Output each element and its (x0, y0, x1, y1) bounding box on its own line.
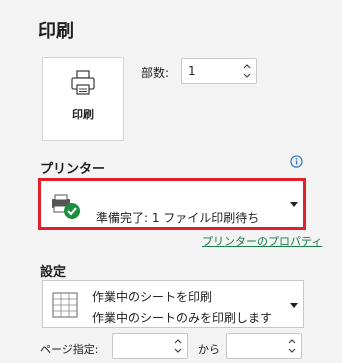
page-title: 印刷 (38, 21, 74, 42)
chevron-down-icon (290, 202, 298, 207)
print-scope-dropdown[interactable]: 作業中のシートを印刷 作業中のシートのみを印刷します (42, 280, 304, 328)
print-scope-title: 作業中のシートを印刷 (92, 290, 213, 304)
settings-section-title: 設定 (40, 265, 67, 280)
print-button[interactable]: 印刷 (42, 57, 124, 141)
printer-status: 準備完了: 1 ファイル印刷待ち (96, 211, 260, 225)
copies-value[interactable]: 1 (188, 64, 196, 78)
pages-from-stepper[interactable] (112, 333, 188, 359)
copies-stepper[interactable]: 1 (181, 58, 257, 84)
printer-dropdown[interactable]: 準備完了: 1 ファイル印刷待ち (38, 178, 306, 230)
print-panel: 印刷 印刷 部数: 1 プリンター 準備完了: 1 ファイル印刷待ち プリンター… (0, 0, 342, 363)
pages-to-label: から (198, 343, 220, 356)
copies-label: 部数: (141, 66, 170, 80)
stepper-arrows-icon[interactable] (287, 336, 297, 356)
sheet-grid-icon (52, 292, 78, 318)
print-scope-description: 作業中のシートのみを印刷します (92, 311, 273, 325)
stepper-arrows-icon[interactable] (242, 61, 252, 81)
printer-ready-icon (52, 194, 80, 219)
print-button-label: 印刷 (72, 108, 94, 121)
pages-to-stepper[interactable] (226, 333, 302, 359)
printer-icon (71, 70, 95, 95)
pages-label: ページ指定: (40, 343, 99, 356)
chevron-down-icon (290, 303, 298, 308)
printer-section-title: プリンター (40, 162, 106, 177)
printer-properties-link[interactable]: プリンターのプロパティ (202, 233, 322, 249)
info-icon[interactable] (290, 155, 303, 168)
stepper-arrows-icon[interactable] (173, 336, 183, 356)
